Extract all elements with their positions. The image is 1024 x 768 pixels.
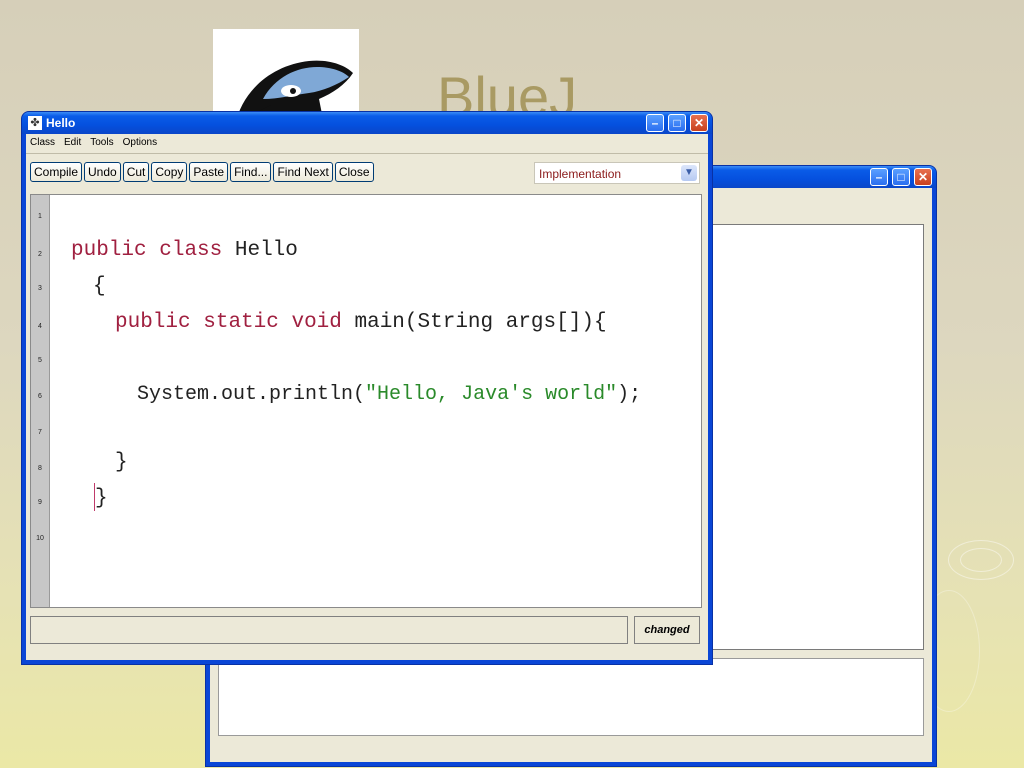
close-button[interactable]: ✕: [914, 168, 932, 186]
editor-client: Class Edit Tools Options Compile Undo Cut Copy…: [26, 134, 708, 660]
maximize-icon: □: [673, 116, 681, 130]
menu-edit[interactable]: Edit: [64, 134, 81, 152]
text-caret: [94, 483, 95, 511]
view-select[interactable]: Implementation ▼: [534, 162, 700, 184]
code-line: }: [95, 487, 108, 510]
code-line: System.out.println("Hello, Java's world"…: [137, 383, 642, 406]
close-icon: ✕: [693, 116, 705, 130]
close-button[interactable]: ✕: [690, 114, 708, 132]
bluej-app-icon: ✤: [28, 116, 42, 130]
maximize-button[interactable]: □: [668, 114, 686, 132]
minimize-button[interactable]: –: [646, 114, 664, 132]
maximize-button[interactable]: □: [892, 168, 910, 186]
undo-button[interactable]: Undo: [84, 162, 121, 182]
menu-divider: [26, 153, 708, 154]
background-ripple: [960, 548, 1002, 572]
compile-button[interactable]: Compile: [30, 162, 83, 182]
maximize-icon: □: [897, 170, 905, 184]
close-icon: ✕: [917, 170, 929, 184]
object-bench[interactable]: [218, 658, 924, 736]
menu-class[interactable]: Class: [30, 134, 55, 152]
code-line: }: [115, 451, 128, 474]
code-text: public class Hello { public static void …: [31, 195, 701, 607]
code-line: public class Hello: [71, 239, 298, 262]
editor-toolbar: Compile Undo Cut Copy Paste Find... Find Next C…: [30, 162, 376, 184]
minimize-icon: –: [875, 170, 883, 184]
paste-button[interactable]: Paste: [189, 162, 229, 182]
view-select-value: Implementation: [539, 167, 622, 181]
copy-button[interactable]: Copy: [151, 162, 188, 182]
find-next-button[interactable]: Find Next: [273, 162, 333, 182]
minimize-icon: –: [651, 116, 659, 130]
code-editor[interactable]: 1 2 3 4 5 6 7 8 9 10 public class Hello …: [30, 194, 702, 608]
menu-tools[interactable]: Tools: [90, 134, 113, 152]
find-button[interactable]: Find...: [230, 162, 272, 182]
chevron-down-icon[interactable]: ▼: [681, 165, 697, 181]
changed-status-badge: changed: [634, 616, 700, 644]
menu-bar: Class Edit Tools Options: [26, 134, 708, 152]
code-line: public static void main(String args[]){: [115, 311, 607, 334]
window-title: Hello: [46, 116, 76, 130]
status-bar: [30, 616, 628, 644]
close-editor-button[interactable]: Close: [334, 162, 374, 182]
menu-options[interactable]: Options: [123, 134, 157, 152]
cut-button[interactable]: Cut: [122, 162, 150, 182]
minimize-button[interactable]: –: [870, 168, 888, 186]
titlebar[interactable]: ✤ Hello – □ ✕: [22, 112, 712, 134]
editor-window[interactable]: ✤ Hello – □ ✕ Class Edit Tools Options Comp…: [22, 112, 712, 664]
code-line: {: [93, 275, 106, 298]
